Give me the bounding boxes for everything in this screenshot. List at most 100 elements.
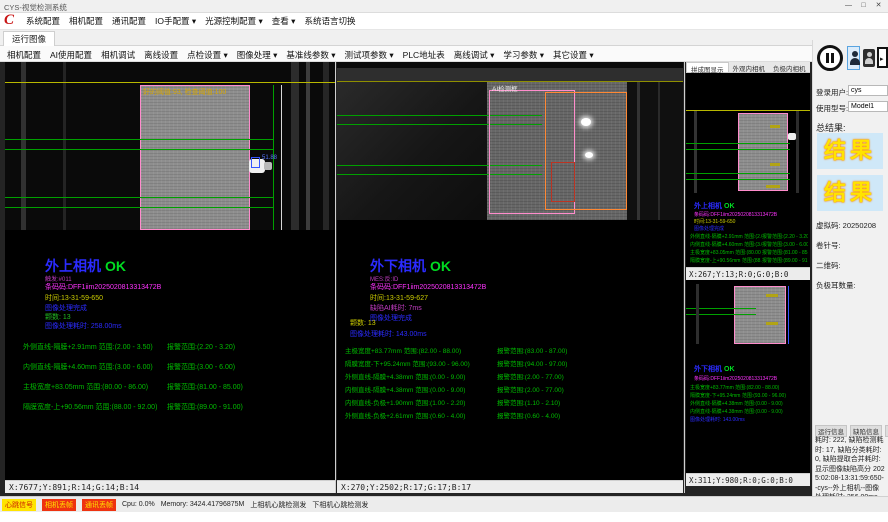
menu-language-switch[interactable]: 系统语言切换	[304, 15, 355, 27]
menu-light-config[interactable]: 光源控制配置 ▾	[205, 15, 263, 27]
menu-comm-config[interactable]: 通讯配置	[112, 15, 146, 27]
admin-user-icon	[867, 52, 872, 57]
measure-row: 外侧直线-负极+2.61mm 范围:(0.60 - 4.00) 报警范围:(0.…	[345, 410, 677, 420]
minimize-icon[interactable]: —	[841, 0, 856, 12]
tool-plc-address-table[interactable]: PLC地址表	[403, 49, 445, 61]
tool-test-params[interactable]: 测试项参数 ▾	[345, 49, 394, 61]
panel-divider-left	[335, 62, 336, 493]
tool-other-settings[interactable]: 其它设置 ▾	[553, 49, 594, 61]
log-text[interactable]: 耗时: 222, 缺陷检测耗时: 17, 缺陷分类耗时: 0, 缺陷提取合并耗时…	[815, 436, 885, 503]
image-streak	[658, 82, 660, 220]
image-right-dark	[627, 82, 683, 220]
left-camera-image[interactable]: 51.88 好的阈值:93, 检查阈值:100	[5, 62, 335, 230]
heartbeat-badge: 心跳信号	[2, 499, 36, 511]
tab-negative-camera[interactable]: 负极内相机	[769, 62, 810, 72]
mini-measure-row: 隔膜宽度-下+95.24mm 范围:(93.00 - 96.00)	[690, 392, 808, 399]
mini-elapsed: 图像处理耗时: 143.00ms	[690, 416, 806, 423]
mini-measure-row: 主极宽度+83.77mm 范围:(82.00 - 88.00)	[690, 384, 808, 391]
close-icon[interactable]: ✕	[871, 0, 886, 12]
mid-camera-result-title: 外下相机OK	[370, 256, 451, 276]
mini-barcode: 条码码:DFF1iim2025020813313472B	[694, 211, 806, 218]
mini-measure-row: 主极宽度+83.05mm 范围:(80.00 - 86.00) 报警范围:(81…	[690, 249, 808, 256]
machine-top-bar	[337, 68, 683, 82]
admin-mode-button[interactable]	[863, 49, 875, 67]
maximize-icon[interactable]: □	[856, 0, 871, 12]
reflection-glow	[581, 118, 591, 126]
image-streak	[21, 62, 26, 230]
menu-view[interactable]: 查看 ▾	[272, 15, 296, 27]
tool-baseline-params[interactable]: 基准线参数 ▾	[286, 49, 335, 61]
tab-connector-tail	[264, 162, 272, 170]
mini-measure-mark	[770, 163, 780, 166]
threshold-overlay-label: 好的阈值:93, 检查阈值:100	[143, 87, 226, 97]
mini-view-top[interactable]: 外上相机OK 条码码:DFF1iim2025020813313472B 时间:1…	[686, 73, 810, 267]
login-user-field[interactable]	[848, 85, 888, 96]
tool-camera-config[interactable]: 相机配置	[7, 49, 41, 61]
left-camera-result-title: 外上相机OK	[45, 256, 126, 276]
tab-run-image[interactable]: 运行图像	[3, 31, 55, 46]
model-label: 使用型号:	[816, 104, 848, 113]
ai-time-line: 缺陷AI耗时: 7ms	[370, 303, 422, 313]
measure-green-line	[5, 139, 273, 140]
mini-measure-mark	[766, 185, 780, 188]
measure-row: 内侧直线-隔膜+4.60mm 范围:(3.00 - 6.00) 报警范围:(3.…	[23, 362, 329, 372]
image-streak	[306, 62, 310, 230]
app-logo: C	[4, 13, 21, 29]
result-box-lower: 结果	[817, 175, 883, 211]
title-bar: CYS-视觉检测系统 — □ ✕	[0, 0, 888, 13]
menu-system-config[interactable]: 系统配置	[26, 15, 60, 27]
window-controls: — □ ✕	[841, 0, 886, 12]
count-line: 颗数: 13	[350, 318, 376, 328]
reflection-glow	[585, 152, 593, 158]
tool-ai-usage-config[interactable]: AI使用配置	[50, 49, 92, 61]
virtual-code-label: 虚拟码: 20250208	[816, 220, 876, 231]
mini-done: 图像处理完成	[694, 225, 806, 232]
model-row: 使用型号:	[816, 103, 848, 114]
mini-measure-row: 内侧直线-隔膜+4.38mm 范围:(0.00 - 9.00)	[690, 408, 808, 415]
mini-result-title: 外上相机OK	[694, 201, 735, 211]
exit-button[interactable]: ▸	[877, 47, 888, 68]
pause-button[interactable]	[817, 45, 843, 71]
result-box-upper: 结果	[817, 133, 883, 169]
tool-camera-debug[interactable]: 相机调试	[101, 49, 135, 61]
camera-dropframe-badge: 相机丢帧	[42, 499, 76, 511]
memory-usage: Memory: 3424.41796875M	[161, 501, 245, 508]
camera-name: 外下相机	[370, 258, 426, 274]
model-field[interactable]	[848, 101, 888, 112]
user-icon	[850, 58, 860, 65]
tool-learning-params[interactable]: 学习参数 ▾	[503, 49, 544, 61]
tool-offline-settings[interactable]: 离线设置	[144, 49, 178, 61]
mini-time: 时间:13-31-59-650	[694, 218, 806, 225]
pause-icon	[831, 53, 834, 63]
user-mode-button[interactable]	[847, 46, 860, 70]
exit-door-icon: ▸	[880, 55, 884, 63]
tool-spotcheck-settings[interactable]: 点检设置 ▾	[187, 49, 228, 61]
mid-camera-image[interactable]: AI检测框	[337, 62, 683, 220]
mini-measure-mark	[770, 125, 780, 128]
process-done-line: 图像处理完成	[370, 313, 412, 323]
measure-green-line	[5, 149, 273, 150]
barcode-line: 条码码:DFF1iim2025020813313472B	[370, 282, 486, 292]
mini-measure-mark	[766, 294, 778, 297]
measure-green-line	[686, 149, 790, 150]
tab-composite-view[interactable]: 拼成图显示	[686, 62, 729, 72]
elapsed-line: 图像处理耗时: 258.00ms	[45, 321, 122, 331]
tab-outer-camera[interactable]: 外观内相机	[729, 62, 770, 72]
menu-io-config[interactable]: IO手配置 ▾	[155, 15, 196, 27]
login-user-label: 登录用户:	[816, 88, 848, 97]
login-user-row: 登录用户:	[816, 87, 848, 98]
mini-view-bottom[interactable]: 外下相机OK 条码码:DFF1iim2025020813313472B 主极宽度…	[686, 280, 810, 473]
tab-strip: 运行图像	[0, 30, 888, 46]
left-camera-panel: 51.88 好的阈值:93, 检查阈值:100 外上相机OK 触发:#011 条…	[5, 62, 335, 493]
tool-image-processing[interactable]: 图像处理 ▾	[237, 49, 278, 61]
roi-blue-vline	[788, 286, 789, 344]
mini-measure-mark	[766, 322, 778, 325]
bottom-status-bar: 心跳信号 相机丢帧 通讯丢帧 Cpu: 0.0% Memory: 3424.41…	[0, 496, 888, 512]
measure-row: 隔膜宽度-上+90.56mm 范围:(88.00 - 92.00) 报警范围:(…	[23, 402, 329, 412]
image-streak	[63, 62, 66, 230]
tool-offline-debug[interactable]: 离线调试 ▾	[454, 49, 495, 61]
measure-green-line	[5, 197, 273, 198]
negative-tab-count-label: 负极耳数量:	[816, 280, 856, 291]
admin-user-icon	[865, 58, 873, 64]
menu-camera-config[interactable]: 相机配置	[69, 15, 103, 27]
